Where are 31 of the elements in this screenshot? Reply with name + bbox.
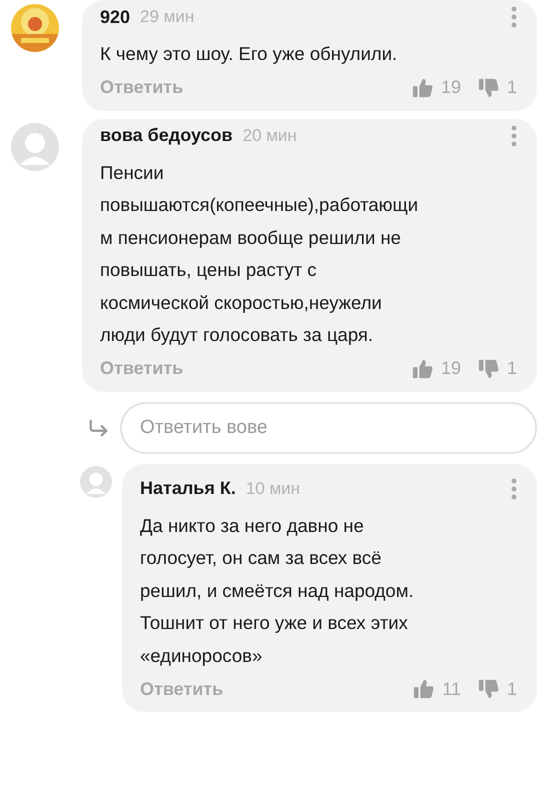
comment-time: 20 мин [242, 126, 297, 146]
more-icon[interactable] [511, 478, 517, 500]
dislike-count: 1 [506, 358, 517, 379]
thumbs-down-icon[interactable] [478, 358, 500, 380]
comment-text: Пенсии повышаются(копеечные),работающи м пенсионерам вообще решили не повышать, цены растут с космической скоростью,неужели люди будут голосовать за царя. [100, 160, 420, 347]
comment-time: 10 мин [246, 478, 300, 498]
reply-link[interactable]: Ответить [100, 77, 184, 98]
comment-text: Да никто за него давно не голосует, он сам за всех всё решил, и смеётся над народом. Тошнит от него уже и всех этих «единоросов» [140, 514, 415, 668]
avatar-icon [11, 122, 59, 170]
more-icon[interactable] [511, 124, 517, 146]
author-name: вова бедоусов [100, 125, 233, 146]
comment-time: 29 мин [140, 7, 194, 27]
dislike-count: 1 [506, 678, 517, 700]
author-name: 920 [100, 6, 130, 28]
thumbs-up-icon[interactable] [412, 358, 434, 380]
reply-field[interactable]: Ответить вове [120, 402, 537, 454]
reply-arrow-icon [88, 418, 110, 438]
like-count: 19 [440, 358, 461, 379]
reply-link[interactable]: Ответить [100, 358, 184, 379]
thumbs-up-icon[interactable] [413, 678, 436, 700]
thumbs-up-icon[interactable] [412, 76, 434, 98]
like-count: 19 [440, 77, 461, 98]
dislike-count: 1 [506, 77, 517, 98]
more-icon[interactable] [511, 6, 517, 28]
like-count: 11 [442, 678, 461, 700]
thumbs-down-icon[interactable] [478, 76, 500, 98]
reply-link[interactable]: Ответить [140, 678, 224, 700]
thumbs-down-icon[interactable] [478, 678, 500, 700]
comment-text: К чему это шоу. Его уже обнулили. [100, 42, 398, 66]
avatar-icon [80, 466, 112, 498]
author-name: Наталья К. [140, 478, 236, 499]
